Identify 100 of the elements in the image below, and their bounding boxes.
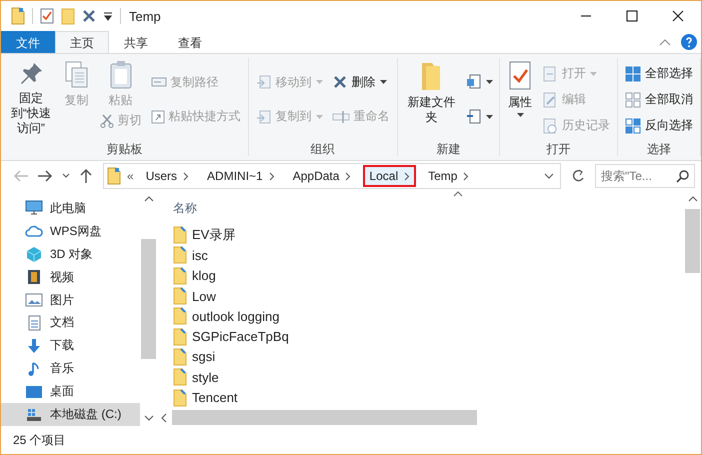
cloud-icon [25, 223, 43, 240]
nav-item[interactable]: 音乐 [1, 357, 140, 380]
edit-icon [542, 92, 558, 108]
download-icon [25, 338, 43, 354]
folder-icon [107, 167, 121, 185]
column-header[interactable]: 名称 [173, 200, 197, 216]
caret-icon [316, 114, 323, 119]
ribbon-button[interactable]: 全部选择 [622, 63, 696, 84]
group-label: 剪贴板 [106, 141, 142, 158]
collapse-ribbon-icon[interactable] [659, 38, 671, 46]
breadcrumb-item[interactable]: Local [363, 165, 416, 187]
properties-icon[interactable] [40, 8, 54, 24]
breadcrumb-item[interactable]: AppData [286, 165, 358, 187]
group-label: 打开 [546, 141, 571, 158]
scrollbar-thumb[interactable] [172, 410, 477, 425]
dropdown-icon[interactable] [103, 11, 113, 21]
file-name[interactable]: SGPicFaceTpBq [192, 329, 289, 344]
picture-icon [25, 292, 43, 308]
clipboard-icon [108, 60, 134, 90]
dropdown-icon[interactable] [544, 172, 554, 180]
scroll-left-icon[interactable] [160, 412, 168, 422]
chevron-icon [345, 172, 352, 180]
computer-icon [25, 200, 43, 216]
scissors-icon [100, 114, 114, 128]
cube-icon [25, 246, 43, 262]
breadcrumb-item[interactable]: Temp [422, 165, 476, 187]
folder-icon [173, 246, 187, 264]
open-icon [542, 66, 558, 82]
chevron-icon [268, 172, 275, 180]
nav-item[interactable]: 桌面 [1, 380, 140, 404]
caret-icon [486, 80, 494, 84]
nav-item[interactable]: WPS网盘 [1, 220, 140, 243]
nav-item[interactable]: 3D 对象 [1, 242, 140, 266]
folder-icon [173, 307, 187, 326]
ribbon-button[interactable]: 全部取消 [622, 89, 696, 110]
search-field[interactable]: 搜索"Te... [595, 164, 695, 188]
move-icon [256, 74, 272, 90]
ribbon-tab[interactable]: 共享 [109, 31, 163, 53]
caret-icon [316, 80, 323, 84]
folder-icon [173, 388, 187, 407]
copy-to-icon [256, 108, 272, 125]
file-name[interactable]: Low [192, 288, 216, 304]
desktop-icon [25, 384, 43, 400]
file-name[interactable]: isc [192, 248, 208, 263]
file-name[interactable]: EV录屏 [192, 226, 236, 244]
file-name[interactable]: style [192, 370, 219, 385]
ribbon-button[interactable]: 属性 [504, 58, 536, 119]
ribbon-button[interactable]: 反向选择 [622, 115, 696, 136]
up-arrow-icon[interactable] [79, 168, 93, 184]
ribbon-button[interactable]: 新建文件夹 [402, 58, 462, 127]
breadcrumb-item[interactable]: ADMINI~1 [201, 165, 281, 187]
nav-item[interactable]: 文档 [1, 312, 140, 334]
file-name[interactable]: Tencent [192, 390, 238, 406]
caret-icon [590, 72, 598, 76]
select-all-icon [625, 66, 642, 82]
scroll-up-icon[interactable] [144, 195, 154, 203]
nav-item[interactable]: 此电脑 [1, 197, 140, 220]
scroll-down-icon[interactable] [144, 414, 154, 422]
invert-selection-icon [625, 118, 642, 134]
chevron-icon [404, 172, 410, 180]
file-icon [11, 7, 25, 25]
scroll-up-icon[interactable] [688, 195, 698, 203]
caret-icon [380, 80, 387, 84]
folder-icon [173, 348, 187, 366]
address-field[interactable]: « Users ADMINI~1 AppData Local Temp [103, 163, 561, 189]
delete-icon[interactable] [82, 9, 96, 23]
nav-item[interactable]: 下载 [1, 334, 140, 358]
file-name[interactable]: sgsi [192, 349, 216, 364]
nav-item[interactable]: 本地磁盘 (C:) [1, 403, 140, 426]
folder-icon [173, 328, 187, 346]
nav-item[interactable]: 视频 [1, 266, 140, 289]
folder-icon [173, 266, 187, 285]
select-none-icon [625, 92, 642, 108]
chevron-icon [463, 172, 470, 180]
scrollbar-thumb[interactable] [141, 239, 156, 359]
file-menu-tab[interactable]: 文件 [1, 31, 55, 53]
ribbon-button[interactable]: 固定到“快速访问” [5, 58, 57, 138]
shortcut-icon [150, 109, 165, 124]
sort-caret-icon [453, 191, 463, 197]
caret-icon [516, 113, 524, 117]
ribbon-button[interactable]: 删除 [328, 72, 393, 93]
help-icon[interactable] [681, 34, 697, 50]
folder-icon [173, 287, 187, 306]
folder-icon [173, 368, 187, 386]
forward-arrow-icon[interactable] [37, 169, 53, 183]
recent-dropdown-icon[interactable] [61, 172, 71, 180]
history-icon [542, 118, 558, 134]
file-name[interactable]: klog [192, 268, 216, 284]
file-name[interactable]: outlook logging [192, 308, 280, 324]
group-label: 新建 [436, 141, 460, 158]
group-label: 选择 [647, 141, 672, 158]
rename-icon [332, 110, 350, 124]
scrollbar-thumb[interactable] [685, 209, 700, 273]
breadcrumb-item[interactable]: Users [140, 165, 196, 187]
folder-icon [173, 226, 187, 244]
overflow-chevron[interactable]: « [127, 169, 134, 183]
ribbon-tab[interactable]: 主页 [55, 31, 109, 53]
group-label: 组织 [310, 141, 335, 158]
ribbon-tab[interactable]: 查看 [163, 31, 217, 53]
nav-item[interactable]: 图片 [1, 288, 140, 312]
